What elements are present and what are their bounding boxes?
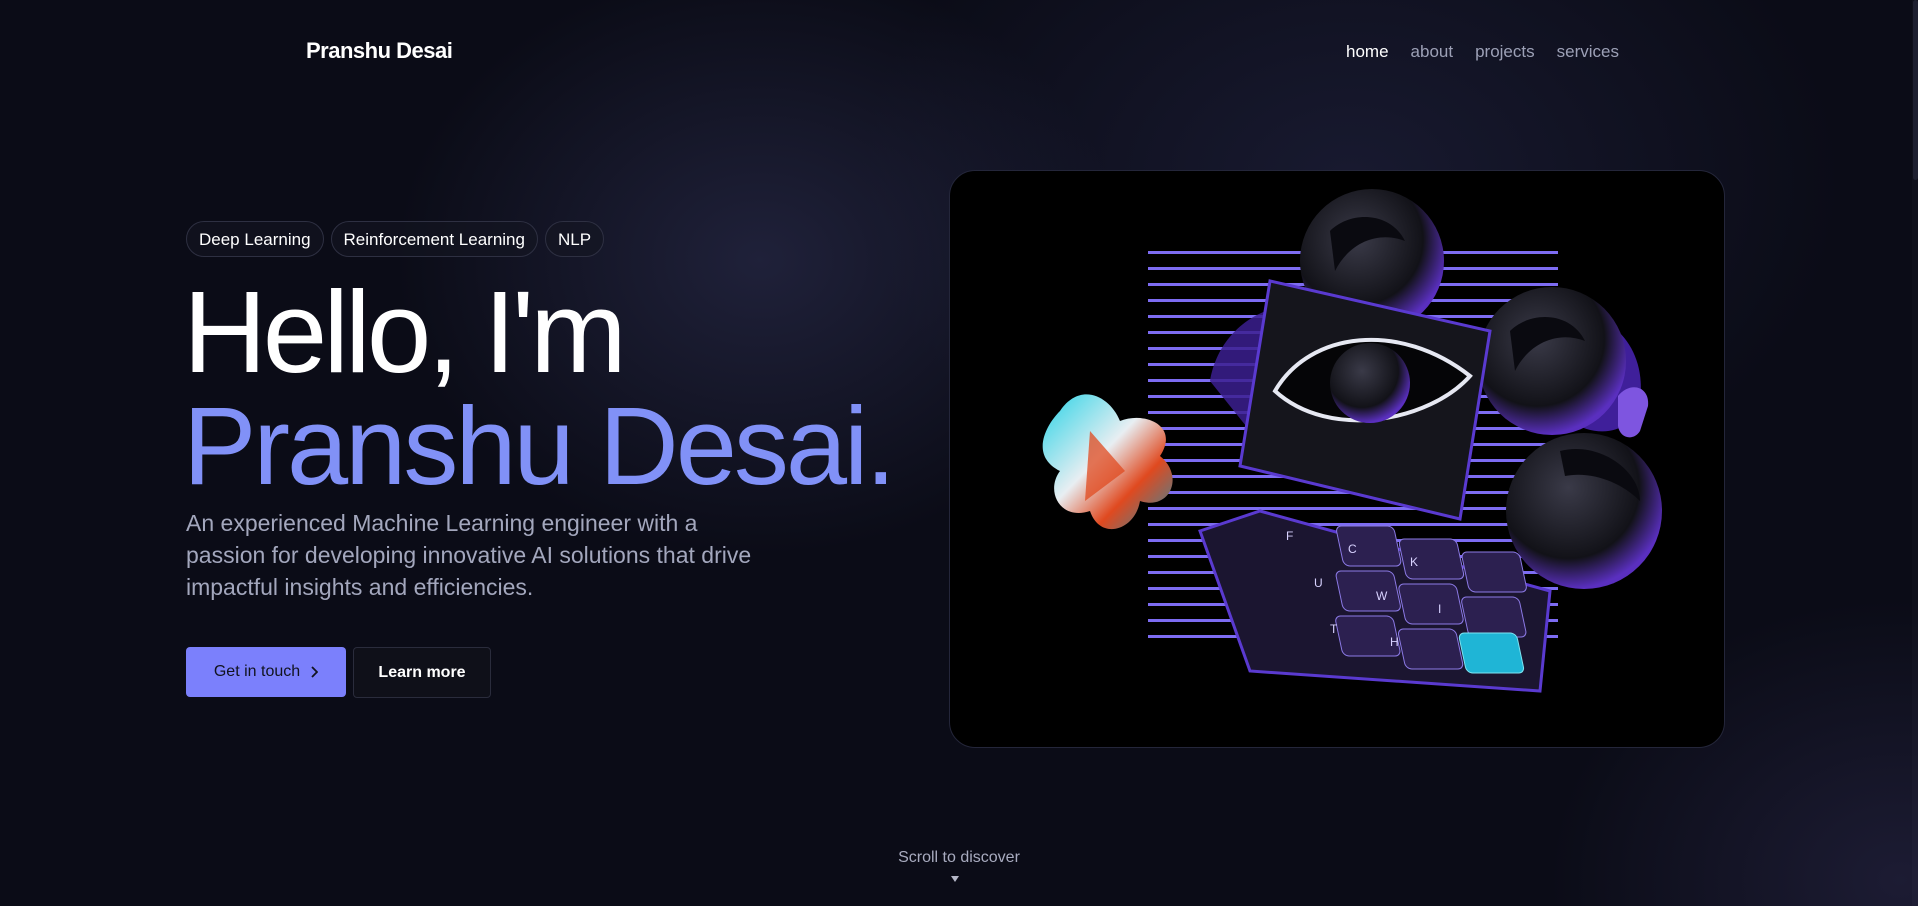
key-label-i: I bbox=[1438, 602, 1441, 616]
hero-illustration: F C K U W I T H bbox=[949, 170, 1725, 748]
scroll-hint[interactable]: Scroll to discover bbox=[0, 849, 1918, 867]
key-label-c: C bbox=[1348, 542, 1357, 556]
hero-illustration-graphic: F C K U W I T H bbox=[1042, 189, 1662, 693]
nav-services[interactable]: services bbox=[1557, 42, 1619, 62]
scrollbar[interactable] bbox=[1912, 0, 1918, 906]
key-label-w: W bbox=[1376, 589, 1388, 603]
hero-description: An experienced Machine Learning engineer… bbox=[186, 510, 752, 600]
key-label-h: H bbox=[1390, 635, 1399, 649]
hero-greeting: Hello, I'm bbox=[183, 267, 627, 397]
caret-down-icon[interactable] bbox=[951, 876, 959, 882]
main-nav: home about projects services bbox=[1346, 42, 1619, 62]
get-in-touch-button[interactable]: Get in touch bbox=[186, 647, 346, 697]
page: Pranshu Desai home about projects servic… bbox=[0, 0, 1918, 906]
tag-reinforcement-learning: Reinforcement Learning bbox=[330, 221, 538, 257]
brand-logo[interactable]: Pranshu Desai bbox=[306, 38, 453, 64]
keyboard: F C K U W I T H bbox=[1198, 509, 1552, 693]
get-in-touch-label: Get in touch bbox=[213, 663, 301, 680]
hero-name: Pranshu Desai. bbox=[183, 385, 896, 508]
skill-tags: Deep Learning Reinforcement Learning NLP bbox=[186, 221, 605, 257]
tag-deep-learning: Deep Learning bbox=[186, 221, 324, 257]
key-label-u: U bbox=[1314, 576, 1323, 590]
chevron-right-icon bbox=[311, 666, 319, 678]
scrollbar-thumb[interactable] bbox=[1913, 0, 1918, 180]
nav-projects[interactable]: projects bbox=[1475, 42, 1535, 62]
sphere-right bbox=[1478, 287, 1626, 435]
key-label-f: F bbox=[1286, 529, 1293, 543]
nav-about[interactable]: about bbox=[1411, 42, 1454, 62]
key-label-k: K bbox=[1410, 555, 1418, 569]
learn-more-button[interactable]: Learn more bbox=[353, 647, 491, 698]
key-label-t: T bbox=[1330, 622, 1338, 636]
tag-nlp: NLP bbox=[544, 221, 605, 257]
nav-home[interactable]: home bbox=[1346, 42, 1389, 62]
